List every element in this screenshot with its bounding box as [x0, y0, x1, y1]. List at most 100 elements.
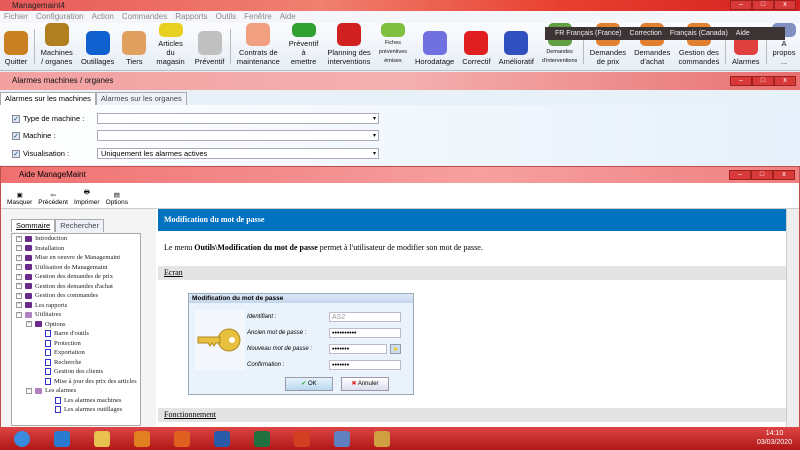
toolbar-button[interactable]: Amélioratif: [495, 23, 538, 70]
tab-machines[interactable]: Alarmes sur les machines: [0, 92, 96, 105]
expand-icon[interactable]: +: [16, 292, 22, 299]
tree-item[interactable]: + Utilisation de Managemaint: [12, 263, 140, 273]
tree-item[interactable]: Exportation: [12, 348, 140, 358]
book-icon: [25, 235, 32, 242]
tree-item[interactable]: + Options: [12, 320, 140, 330]
toolbar-button[interactable]: Outillages: [77, 23, 118, 70]
taskbar-app[interactable]: [4, 428, 40, 449]
options-button[interactable]: ▤ Options: [106, 183, 128, 208]
expand-icon[interactable]: +: [16, 264, 22, 271]
taskbar-app[interactable]: [324, 428, 360, 449]
taskbar-app[interactable]: [84, 428, 120, 449]
child-minimize-button[interactable]: –: [730, 76, 752, 86]
expand-icon[interactable]: +: [16, 245, 22, 252]
expand-icon[interactable]: -: [16, 311, 22, 318]
hide-icon: ▣: [16, 192, 23, 199]
expand-icon[interactable]: +: [16, 235, 22, 242]
taskbar-app[interactable]: [284, 428, 320, 449]
expand-icon[interactable]: +: [16, 254, 22, 261]
menu-item[interactable]: Fichier: [4, 11, 28, 23]
toolbar-button[interactable]: Contrats de maintenance: [233, 23, 284, 70]
help-minimize-button[interactable]: –: [729, 170, 751, 180]
type-machine-combo[interactable]: ▾: [97, 113, 379, 124]
tree-item[interactable]: + Gestion des demandes d'achat: [12, 282, 140, 292]
close-button[interactable]: x: [774, 0, 796, 10]
toolbar-button[interactable]: Quitter: [0, 23, 32, 70]
tree-item[interactable]: Mise à jour des prix des articles: [12, 377, 140, 387]
keyboard-layout[interactable]: Français (Canada): [670, 30, 728, 37]
first-aid-icon: [464, 31, 489, 55]
tab-organes[interactable]: Alarmes sur les organes: [95, 92, 187, 105]
tree-item[interactable]: + Gestion des commandes: [12, 291, 140, 301]
toolbar-button[interactable]: Planning des interventions: [323, 23, 375, 70]
expand-icon[interactable]: +: [16, 283, 22, 290]
correction-button[interactable]: Correction: [630, 30, 662, 37]
taskbar-app[interactable]: [204, 428, 240, 449]
minimize-button[interactable]: –: [730, 0, 752, 10]
tree-item[interactable]: Recherche: [12, 358, 140, 368]
toolbar-button[interactable]: Préventif: [191, 23, 229, 70]
help-maximize-button[interactable]: □: [751, 170, 773, 180]
menu-item[interactable]: Outils: [216, 11, 236, 23]
print-button[interactable]: 🖶 Imprimer: [74, 183, 100, 208]
menu-item[interactable]: Fenêtre: [244, 11, 272, 23]
toolbar-button[interactable]: Préventif à emettre: [284, 23, 323, 70]
taskbar-app[interactable]: [124, 428, 160, 449]
tree-item[interactable]: - Utilitaires: [12, 310, 140, 320]
tab-sommaire[interactable]: Sommaire: [11, 219, 56, 232]
hide-button[interactable]: ▣ Masquer: [7, 183, 32, 208]
menu-item[interactable]: Configuration: [36, 11, 84, 23]
help-close-button[interactable]: x: [773, 170, 795, 180]
tree-item[interactable]: Gestion des clients: [12, 367, 140, 377]
tree-item[interactable]: + Installation: [12, 244, 140, 254]
menu-item[interactable]: Commandes: [122, 11, 167, 23]
tree-item[interactable]: Protection: [12, 339, 140, 349]
toolbar-button[interactable]: Machines / organes: [37, 23, 77, 70]
tree-item[interactable]: Les alarmes machines: [12, 396, 140, 406]
child-restore-button[interactable]: □: [752, 76, 774, 86]
menu-item[interactable]: Action: [92, 11, 114, 23]
back-button[interactable]: ⇦ Précédent: [38, 183, 68, 208]
menu-item[interactable]: Rapports: [175, 11, 207, 23]
menu-item[interactable]: Aide: [280, 11, 296, 23]
visualisation-combo[interactable]: Uniquement les alarmes actives ▾: [97, 148, 379, 159]
book-icon: [25, 264, 32, 271]
tree-item[interactable]: Barre d'outils: [12, 329, 140, 339]
topic-heading: Modification du mot de passe: [158, 209, 786, 231]
folder-icon: [94, 430, 110, 447]
child-close-button[interactable]: x: [774, 76, 796, 86]
expand-icon[interactable]: +: [16, 302, 22, 309]
help-tree[interactable]: + Introduction + Installation + Mise en oeuvr…: [11, 233, 141, 426]
tree-item[interactable]: + Gestion des demandes de prix: [12, 272, 140, 282]
machine-combo[interactable]: ▾: [97, 130, 379, 141]
tree-item[interactable]: + Introduction: [12, 234, 140, 244]
tree-item[interactable]: - Les alarmes: [12, 386, 140, 396]
input-language[interactable]: FR Français (France): [555, 30, 622, 37]
toolbar-label: Amélioratif: [498, 57, 534, 66]
expand-icon[interactable]: -: [26, 387, 32, 394]
system-clock[interactable]: 14:10 03/03/2020: [757, 429, 792, 447]
toolbar-button[interactable]: Tiers: [118, 23, 150, 70]
content-scrollbar[interactable]: [786, 209, 799, 428]
syringe-check-icon: [380, 23, 405, 37]
toolbar-label: Préventif à emettre: [288, 39, 319, 66]
visualisation-checkbox[interactable]: ✓: [12, 149, 20, 158]
toolbar-button[interactable]: Correctif: [458, 23, 494, 70]
toolbar-button[interactable]: Fiches préventives émises: [375, 23, 411, 70]
expand-icon[interactable]: +: [26, 321, 32, 328]
toolbar-button[interactable]: Horodatage: [411, 23, 458, 70]
toolbar-button[interactable]: Articles du magasin: [150, 23, 190, 70]
machine-checkbox[interactable]: ✓: [12, 131, 20, 140]
maximize-button[interactable]: □: [752, 0, 774, 10]
tree-item[interactable]: + Mise en oeuvre de Managemaint: [12, 253, 140, 263]
type-machine-checkbox[interactable]: ✓: [12, 114, 20, 123]
tab-rechercher[interactable]: Rechercher: [55, 219, 104, 232]
tree-item[interactable]: + Les rapports: [12, 301, 140, 311]
expand-icon[interactable]: +: [16, 273, 22, 280]
taskbar-app[interactable]: [244, 428, 280, 449]
taskbar-app[interactable]: [164, 428, 200, 449]
taskbar-app[interactable]: [44, 428, 80, 449]
taskbar-app[interactable]: [364, 428, 400, 449]
help-button[interactable]: Aide: [736, 30, 750, 37]
tree-item[interactable]: Les alarmes outillages: [12, 405, 140, 415]
